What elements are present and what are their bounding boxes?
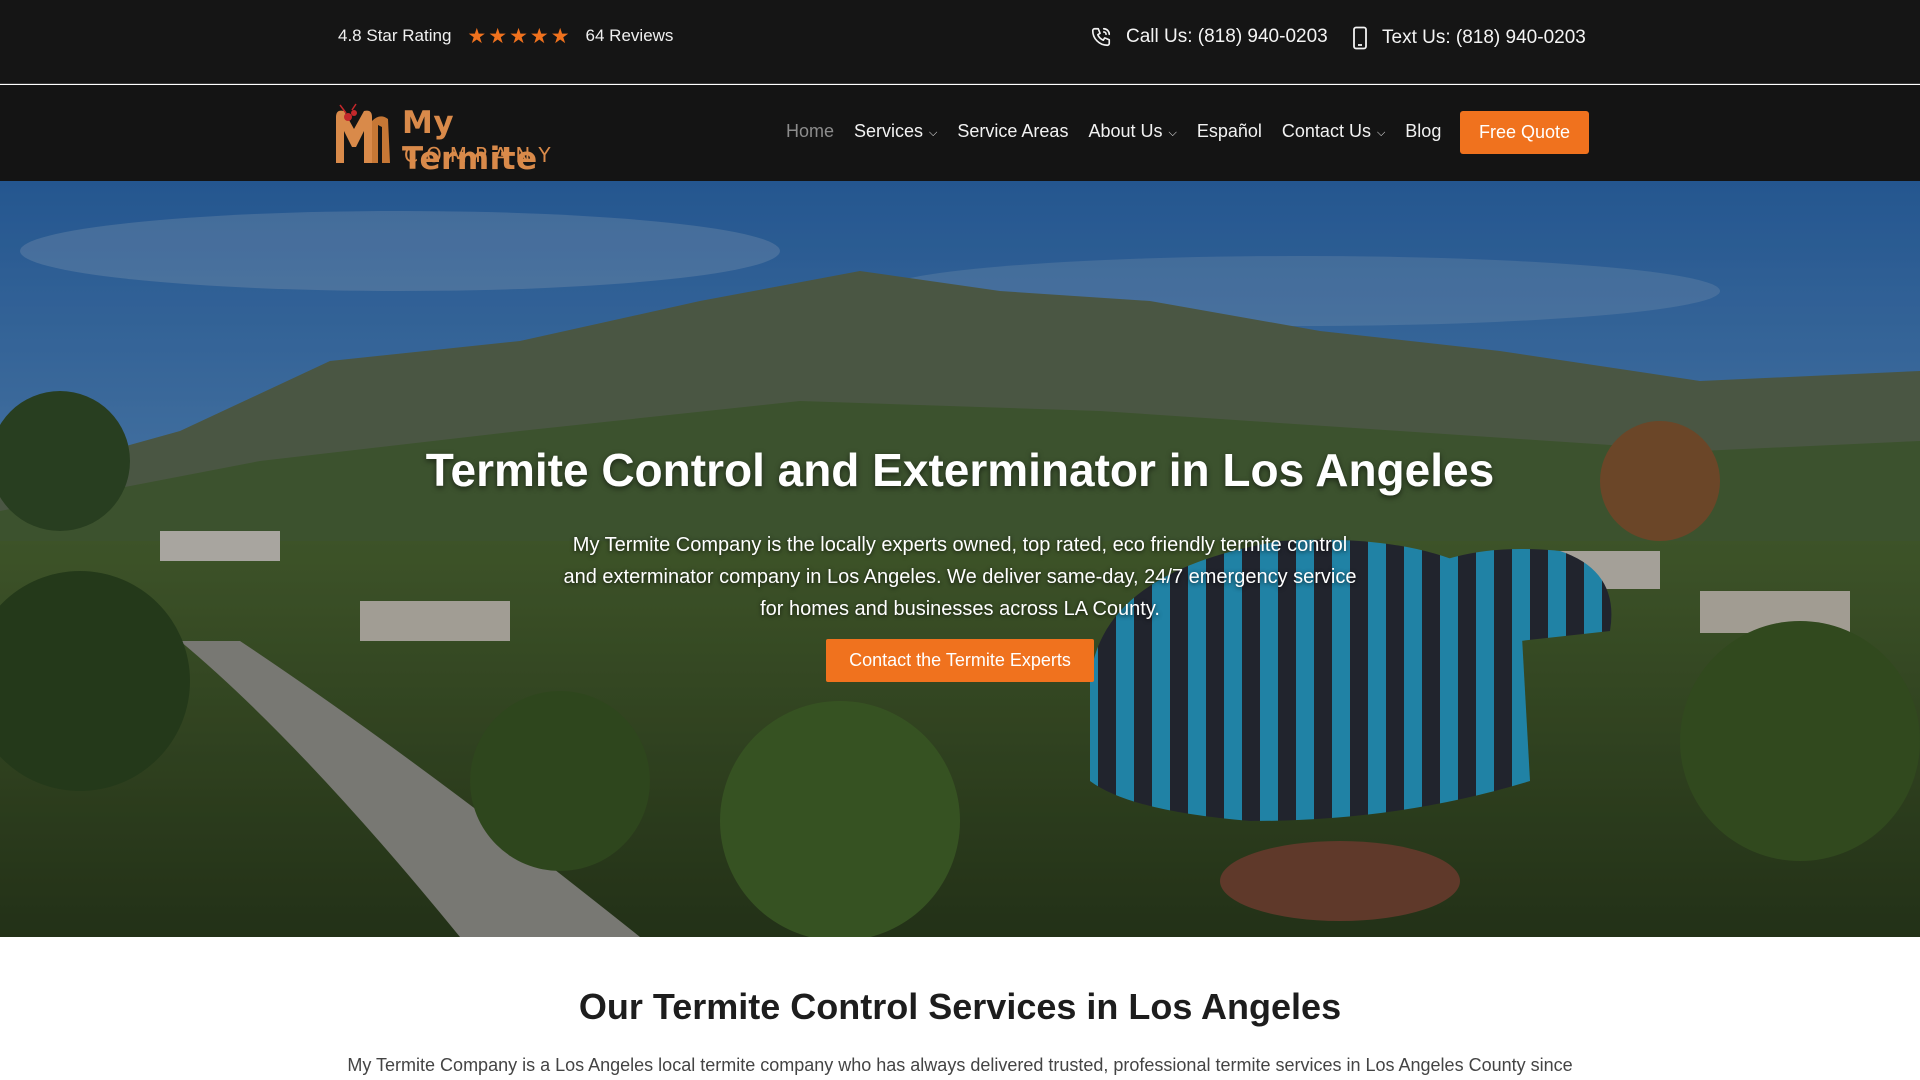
text-us-label: Text Us: (818) 940-0203	[1382, 27, 1586, 48]
services-section-title: Our Termite Control Services in Los Ange…	[578, 986, 1342, 1027]
nav-item-services-label: Services	[854, 121, 924, 141]
nav-menu: Home Services ⌵ Service Areas About Us ⌵…	[786, 121, 1461, 142]
rating-summary: 4.8 Star Rating ★ ★ ★ ★ ★ 64 Reviews	[338, 24, 673, 48]
chevron-down-icon: ⌵	[929, 126, 938, 139]
star-icon: ★	[488, 24, 508, 48]
rating-label: 4.8 Star Rating	[338, 26, 452, 45]
star-icon: ★	[509, 24, 528, 48]
mobile-icon	[1353, 26, 1367, 50]
hero-title: Termite Control and Exterminator in Los …	[425, 444, 1495, 496]
star-icon: ★	[529, 24, 549, 48]
star-icon: ★	[467, 24, 487, 48]
nav-item-about-label: About Us	[1088, 121, 1163, 141]
phone-icon	[1091, 27, 1111, 47]
chevron-down-icon: ⌵	[1376, 126, 1386, 139]
logo-text-bottom: COMPANY	[404, 143, 559, 167]
call-us-label: Call Us: (818) 940-0203	[1126, 26, 1328, 47]
text-us-link[interactable]: Text Us: (818) 940-0203	[1352, 26, 1586, 50]
services-section-intro: My Termite Company is a Los Angeles loca…	[347, 1055, 1573, 1075]
nav-item-services[interactable]: Services ⌵	[854, 121, 937, 142]
contact-experts-button[interactable]: Contact the Termite Experts	[826, 639, 1094, 682]
nav-item-service-areas[interactable]: Service Areas	[957, 121, 1068, 142]
free-quote-button[interactable]: Free Quote	[1460, 111, 1589, 154]
hero-description: My Termite Company is the locally expert…	[563, 534, 1357, 620]
nav-item-blog[interactable]: Blog	[1405, 121, 1441, 142]
rating-stars: ★ ★ ★ ★ ★	[467, 26, 569, 47]
nav-item-home[interactable]: Home	[786, 121, 834, 142]
chevron-down-icon: ⌵	[1168, 126, 1177, 139]
nav-item-contact[interactable]: Contact Us ⌵	[1282, 121, 1385, 142]
site-logo[interactable]: My Termite COMPANY	[330, 99, 580, 177]
main-navbar: My Termite COMPANY Home Services ⌵ Servi…	[0, 85, 1920, 181]
nav-item-contact-label: Contact Us	[1281, 121, 1371, 141]
termite-logo-icon	[336, 103, 390, 163]
call-us-link[interactable]: Call Us: (818) 940-0203	[1090, 26, 1328, 48]
top-bar: 4.8 Star Rating ★ ★ ★ ★ ★ 64 Reviews Cal…	[0, 0, 1920, 84]
nav-item-about[interactable]: About Us ⌵	[1088, 121, 1176, 142]
hero-section: Termite Control and Exterminator in Los …	[0, 181, 1920, 937]
reviews-link[interactable]: 64 Reviews	[586, 26, 674, 46]
nav-item-espanol[interactable]: Español	[1197, 121, 1262, 142]
star-icon: ★	[550, 24, 570, 48]
